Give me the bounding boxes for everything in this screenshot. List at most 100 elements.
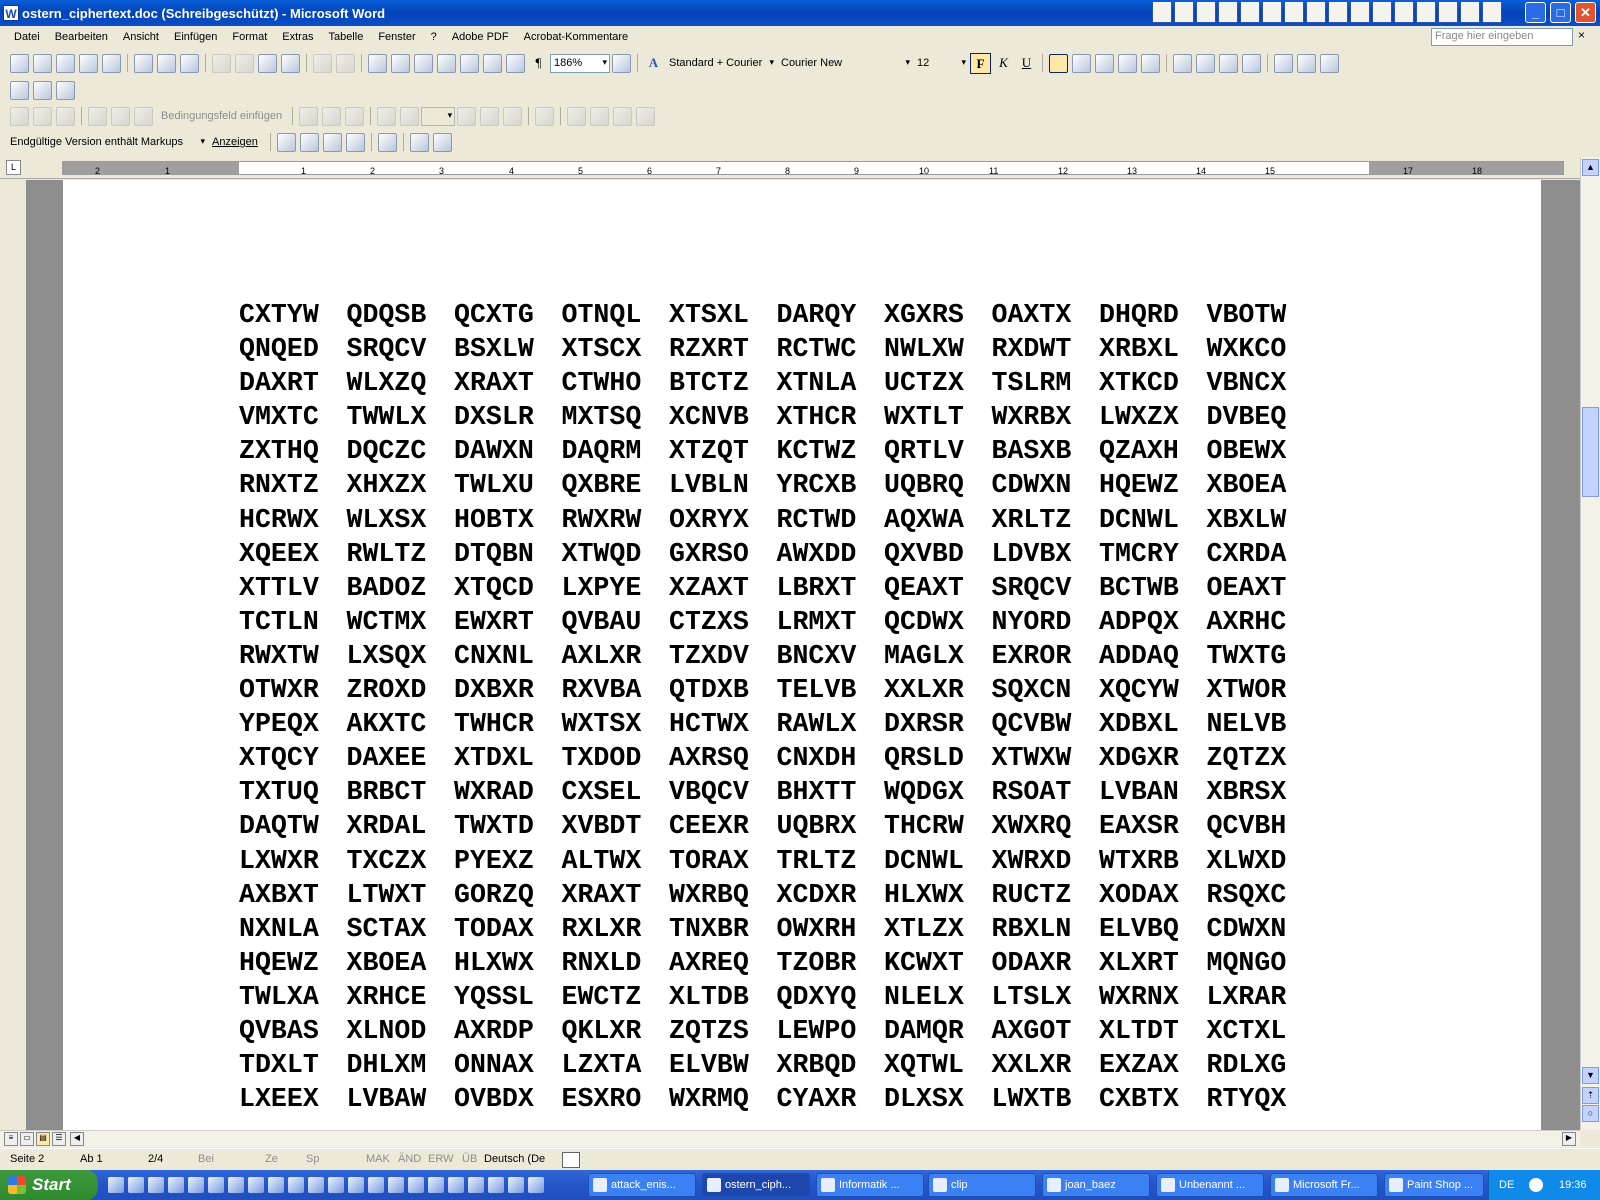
accept-change-icon[interactable] bbox=[322, 132, 342, 152]
start-button[interactable]: Start bbox=[0, 1170, 98, 1200]
task-clip[interactable]: clip bbox=[928, 1173, 1036, 1197]
spelling-status-icon[interactable] bbox=[562, 1152, 580, 1168]
status-macro-recording[interactable]: MAK bbox=[366, 1153, 390, 1165]
shortcut-icon[interactable] bbox=[1482, 1, 1502, 23]
print-preview-icon[interactable] bbox=[157, 53, 176, 73]
quicklaunch-icon[interactable] bbox=[508, 1177, 524, 1193]
align-right-icon[interactable] bbox=[1095, 53, 1114, 73]
columns-icon[interactable] bbox=[460, 53, 479, 73]
shortcut-icon[interactable] bbox=[1284, 1, 1304, 23]
align-left-icon[interactable] bbox=[1049, 53, 1068, 73]
merge-fax-icon[interactable] bbox=[636, 106, 656, 126]
borders-icon[interactable] bbox=[1274, 53, 1293, 73]
scroll-left-icon[interactable]: ◀ bbox=[70, 1132, 84, 1146]
view-data-icon[interactable] bbox=[322, 106, 342, 126]
quicklaunch-icon[interactable] bbox=[228, 1177, 244, 1193]
quicklaunch-icon[interactable] bbox=[108, 1177, 124, 1193]
quicklaunch-icon[interactable] bbox=[388, 1177, 404, 1193]
quicklaunch-icon[interactable] bbox=[188, 1177, 204, 1193]
scroll-down-icon[interactable]: ▼ bbox=[1582, 1067, 1599, 1084]
quicklaunch-icon[interactable] bbox=[268, 1177, 284, 1193]
next-change-icon[interactable] bbox=[299, 132, 319, 152]
quicklaunch-icon[interactable] bbox=[308, 1177, 324, 1193]
previous-change-icon[interactable] bbox=[276, 132, 296, 152]
quicklaunch-icon[interactable] bbox=[468, 1177, 484, 1193]
status-track-changes[interactable]: ÄND bbox=[398, 1153, 421, 1165]
format-painter-icon[interactable] bbox=[281, 53, 300, 73]
insert-comment-icon[interactable] bbox=[377, 132, 397, 152]
highlight-icon[interactable] bbox=[1297, 53, 1316, 73]
menu-tabelle[interactable]: Tabelle bbox=[328, 31, 363, 43]
menu-ansicht[interactable]: Ansicht bbox=[123, 31, 159, 43]
convert-pdf-icon[interactable] bbox=[10, 80, 29, 100]
quicklaunch-icon[interactable] bbox=[448, 1177, 464, 1193]
save-icon[interactable] bbox=[56, 53, 75, 73]
quicklaunch-icon[interactable] bbox=[428, 1177, 444, 1193]
menu-datei[interactable]: Datei bbox=[14, 31, 40, 43]
merge-new-document-icon[interactable] bbox=[567, 106, 587, 126]
scroll-right-icon[interactable]: ▶ bbox=[1562, 1132, 1576, 1146]
show-dropdown[interactable]: Anzeigen bbox=[212, 136, 258, 148]
status-extend[interactable]: ERW bbox=[428, 1153, 453, 1165]
insert-fields-icon[interactable] bbox=[134, 106, 153, 126]
help-icon[interactable] bbox=[612, 53, 631, 73]
hyperlink-icon[interactable] bbox=[368, 53, 387, 73]
next-record-icon[interactable] bbox=[457, 106, 477, 126]
line-spacing-icon[interactable] bbox=[1141, 53, 1160, 73]
merge-email-icon[interactable] bbox=[613, 106, 633, 126]
insert-address-icon[interactable] bbox=[88, 106, 107, 126]
decrease-indent-icon[interactable] bbox=[1219, 53, 1238, 73]
font-size-dropdown[interactable]: 12 bbox=[913, 53, 969, 73]
email-icon[interactable] bbox=[102, 53, 121, 73]
shortcut-icon[interactable] bbox=[1460, 1, 1480, 23]
menu-einfuegen[interactable]: Einfügen bbox=[174, 31, 217, 43]
paste-icon[interactable] bbox=[258, 53, 277, 73]
quicklaunch-icon[interactable] bbox=[148, 1177, 164, 1193]
vertical-scrollbar[interactable]: ▲ ▼ ⇡ ○ bbox=[1580, 157, 1600, 1130]
italic-button[interactable]: K bbox=[993, 53, 1014, 74]
shortcut-icon[interactable] bbox=[1350, 1, 1370, 23]
show-formatting-icon[interactable]: ¶ bbox=[528, 53, 549, 74]
insert-greeting-icon[interactable] bbox=[111, 106, 130, 126]
open-data-source-icon[interactable] bbox=[33, 106, 52, 126]
web-view-icon[interactable]: ▭ bbox=[20, 1132, 34, 1146]
open-icon[interactable] bbox=[33, 53, 52, 73]
redo-icon[interactable] bbox=[336, 53, 355, 73]
first-record-icon[interactable] bbox=[377, 106, 397, 126]
task-joan-baez[interactable]: joan_baez bbox=[1042, 1173, 1150, 1197]
merge-printer-icon[interactable] bbox=[590, 106, 610, 126]
quicklaunch-icon[interactable] bbox=[408, 1177, 424, 1193]
condition-field-dropdown[interactable]: Bedingungsfeld einfügen bbox=[161, 110, 282, 122]
menu-help[interactable]: ? bbox=[431, 31, 437, 43]
quicklaunch-icon[interactable] bbox=[288, 1177, 304, 1193]
insert-excel-icon[interactable] bbox=[437, 53, 456, 73]
highlight-fields-icon[interactable] bbox=[345, 106, 365, 126]
convert-pdf-review-icon[interactable] bbox=[56, 80, 75, 100]
horizontal-scrollbar[interactable]: ≡ ▭ ▤ ☰ ◀ ▶ bbox=[0, 1130, 1580, 1147]
track-changes-icon[interactable] bbox=[409, 132, 429, 152]
last-record-icon[interactable] bbox=[480, 106, 500, 126]
style-dropdown[interactable]: Standard + Courier bbox=[665, 53, 777, 73]
browse-object-icon[interactable]: ○ bbox=[1582, 1105, 1599, 1122]
shortcut-icon[interactable] bbox=[1174, 1, 1194, 23]
bold-button[interactable]: F bbox=[970, 52, 991, 74]
shortcut-icon[interactable] bbox=[1372, 1, 1392, 23]
task-unbenannt[interactable]: Unbenannt ... bbox=[1156, 1173, 1264, 1197]
menu-bearbeiten[interactable]: Bearbeiten bbox=[55, 31, 108, 43]
minimize-button[interactable]: _ bbox=[1525, 2, 1546, 23]
shortcut-icon[interactable] bbox=[1416, 1, 1436, 23]
quicklaunch-icon[interactable] bbox=[528, 1177, 544, 1193]
menu-format[interactable]: Format bbox=[232, 31, 267, 43]
copy-icon[interactable] bbox=[235, 53, 254, 73]
insert-table-icon[interactable] bbox=[414, 53, 433, 73]
numbering-icon[interactable] bbox=[1173, 53, 1192, 73]
bullets-icon[interactable] bbox=[1196, 53, 1215, 73]
shortcut-icon[interactable] bbox=[1438, 1, 1458, 23]
horizontal-ruler[interactable]: L 2 1 1 2 3 4 5 6 7 8 9 10 11 12 13 14 1… bbox=[0, 157, 1600, 179]
task-ostern-ciphertext[interactable]: ostern_ciph... bbox=[702, 1173, 810, 1197]
document-page[interactable]: CXTYW QDQSB QCXTG OTNQL XTSXL DARQY XGXRS OAXTX… bbox=[63, 180, 1541, 1130]
drawing-icon[interactable] bbox=[483, 53, 502, 73]
clock[interactable]: 19:36 bbox=[1559, 1179, 1587, 1191]
font-dropdown[interactable]: Courier New bbox=[777, 53, 913, 73]
check-errors-icon[interactable] bbox=[535, 106, 555, 126]
